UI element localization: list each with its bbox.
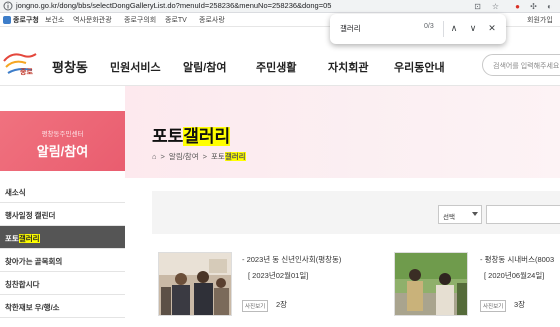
sidebar-item-alley-meeting[interactable]: 찾아가는 골목회의	[0, 249, 125, 272]
sidebar-title: 알림/참여	[36, 144, 89, 159]
gallery-item-date-2: [ 2020년06월24일]	[484, 271, 545, 280]
sidebar-item-praise[interactable]: 칭찬합시다	[0, 272, 125, 295]
bookmark-love[interactable]: 종로사랑	[199, 15, 225, 25]
sidebar-item-good-store[interactable]: 착한재보 우/행/소	[0, 295, 125, 318]
gallery-item-title-1[interactable]: - 2023년 동 신년인사회(평창동)	[242, 254, 341, 265]
sidebar-header: 평창동주민센터 알림/참여	[0, 111, 125, 171]
profile-icon[interactable]: ◐	[544, 1, 555, 12]
chevron-down-icon	[472, 212, 478, 216]
photo-people-icon	[159, 253, 231, 315]
logo-text: 종로	[20, 69, 33, 76]
filter-search-input[interactable]	[486, 205, 560, 224]
photo-count-2: 3장	[514, 300, 526, 309]
find-next-icon[interactable]: ∨	[466, 21, 480, 35]
photo-count-1: 2장	[276, 300, 288, 309]
bookmark-star-icon[interactable]: ☆	[490, 1, 501, 12]
gallery-item-title-2[interactable]: - 평창동 시내버스(8003	[480, 254, 554, 265]
bookmark-jongno[interactable]: 종로구청	[3, 15, 39, 25]
filter-select[interactable]: 선택	[438, 205, 482, 224]
site-search-input[interactable]: 검색어를 입력해주세요	[482, 54, 560, 76]
find-icon[interactable]: ⊡	[472, 1, 483, 12]
nav-about-dong[interactable]: 우리동안내	[394, 59, 445, 75]
address-bar[interactable]: jongno.go.kr/dong/bbs/selectDongGalleryL…	[0, 0, 560, 13]
sidebar-item-news[interactable]: 새소식	[0, 180, 125, 203]
url-text[interactable]: jongno.go.kr/dong/bbs/selectDongGalleryL…	[16, 1, 331, 10]
bookmark-health[interactable]: 보건소	[45, 15, 64, 25]
find-count: 0/3	[424, 23, 434, 30]
page-title: 포토갤러리	[152, 127, 231, 146]
find-close-icon[interactable]: ✕	[485, 21, 499, 35]
nav-autonomy-hall[interactable]: 자치회관	[328, 59, 368, 75]
signup-link[interactable]: 회원가입	[527, 15, 553, 25]
jongno-logo-icon	[3, 16, 11, 24]
nav-resident-life[interactable]: 주민생활	[256, 59, 296, 75]
nav-notice[interactable]: 알림/참여	[183, 59, 227, 75]
find-divider	[443, 21, 444, 37]
site-logo[interactable]: 종로	[0, 47, 40, 79]
bookmark-council[interactable]: 종로구의회	[124, 15, 156, 25]
site-title[interactable]: 평창동	[52, 57, 88, 76]
breadcrumb-notice[interactable]: 알림/참여	[169, 151, 199, 162]
find-prev-icon[interactable]: ∧	[447, 21, 461, 35]
bookmark-culture[interactable]: 역사문화관광	[73, 15, 112, 25]
sidebar-item-gallery[interactable]: 포토갤러리	[0, 226, 125, 249]
home-icon[interactable]: ⌂	[152, 152, 157, 161]
find-input[interactable]: 갤러리	[340, 23, 361, 34]
gallery-photo-1[interactable]	[158, 252, 232, 316]
find-bar: 갤러리 0/3 ∧ ∨ ✕	[330, 14, 506, 44]
photo-view-badge-1[interactable]: 사진보기	[242, 300, 269, 312]
gallery-photo-2[interactable]	[394, 252, 468, 316]
bookmark-tv[interactable]: 종로TV	[165, 15, 187, 25]
photo-view-badge-2[interactable]: 사진보기	[480, 300, 507, 312]
breadcrumb: ⌂ > 알림/참여 > 포토갤러리	[152, 151, 246, 162]
puzzle-icon[interactable]: ✣	[528, 1, 539, 12]
site-info-icon[interactable]	[3, 1, 13, 11]
extension-icon[interactable]: ●	[512, 1, 523, 12]
gallery-item-date-1: [ 2023년02월01일]	[248, 271, 309, 280]
photo-outdoor-icon	[395, 253, 467, 315]
sidebar-subtitle: 평창동주민센터	[41, 131, 84, 138]
sidebar-item-calendar[interactable]: 행사일정 캘린더	[0, 203, 125, 226]
nav-civil-service[interactable]: 민원서비스	[110, 59, 161, 75]
breadcrumb-current: 포토갤러리	[211, 152, 246, 161]
